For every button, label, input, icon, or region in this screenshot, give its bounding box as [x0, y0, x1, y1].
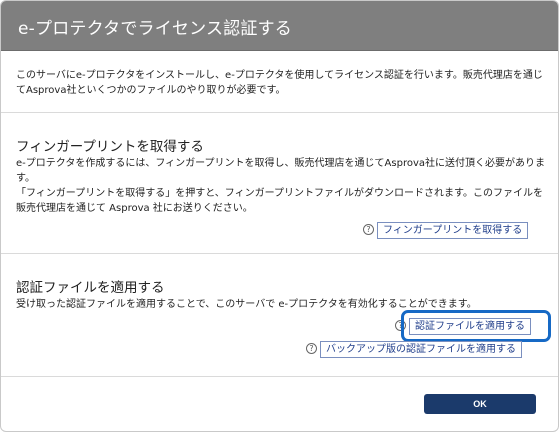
- divider: [1, 253, 558, 254]
- fingerprint-description: e-プロテクタを作成するには、フィンガープリントを取得し、販売代理店を通じてAs…: [16, 156, 548, 216]
- fingerprint-desc-line2: 「フィンガープリントを取得する」を押すと、フィンガープリントファイルがダウンロー…: [16, 188, 543, 214]
- question-circle-icon[interactable]: ?: [363, 224, 374, 235]
- certfile-description: 受け取った認証ファイルを適用することで、このサーバで e-プロテクタを有効化する…: [16, 299, 477, 310]
- license-dialog: e-プロテクタでライセンス認証する このサーバにe-プロテクタをインストールし、…: [0, 0, 559, 432]
- apply-certfile-button[interactable]: 認証ファイルを適用する: [409, 318, 531, 335]
- intro-text: このサーバにe-プロテクタをインストールし、e-プロテクタを使用してライセンス認…: [16, 70, 543, 96]
- ok-button[interactable]: OK: [424, 394, 536, 414]
- apply-backup-certfile-button[interactable]: バックアップ版の認証ファイルを適用する: [320, 341, 522, 358]
- get-fingerprint-button[interactable]: フィンガープリントを取得する: [377, 222, 529, 239]
- fingerprint-section-title: フィンガープリントを取得する: [16, 139, 204, 155]
- question-circle-icon[interactable]: ?: [306, 343, 317, 354]
- question-circle-icon[interactable]: ?: [395, 320, 406, 331]
- dialog-header: e-プロテクタでライセンス認証する: [1, 1, 558, 51]
- divider: [1, 112, 558, 113]
- certfile-section-title: 認証ファイルを適用する: [16, 280, 165, 296]
- footer-divider: [1, 376, 558, 377]
- fingerprint-desc-line1: e-プロテクタを作成するには、フィンガープリントを取得し、販売代理店を通じてAs…: [16, 158, 546, 184]
- dialog-title: e-プロテクタでライセンス認証する: [18, 19, 292, 39]
